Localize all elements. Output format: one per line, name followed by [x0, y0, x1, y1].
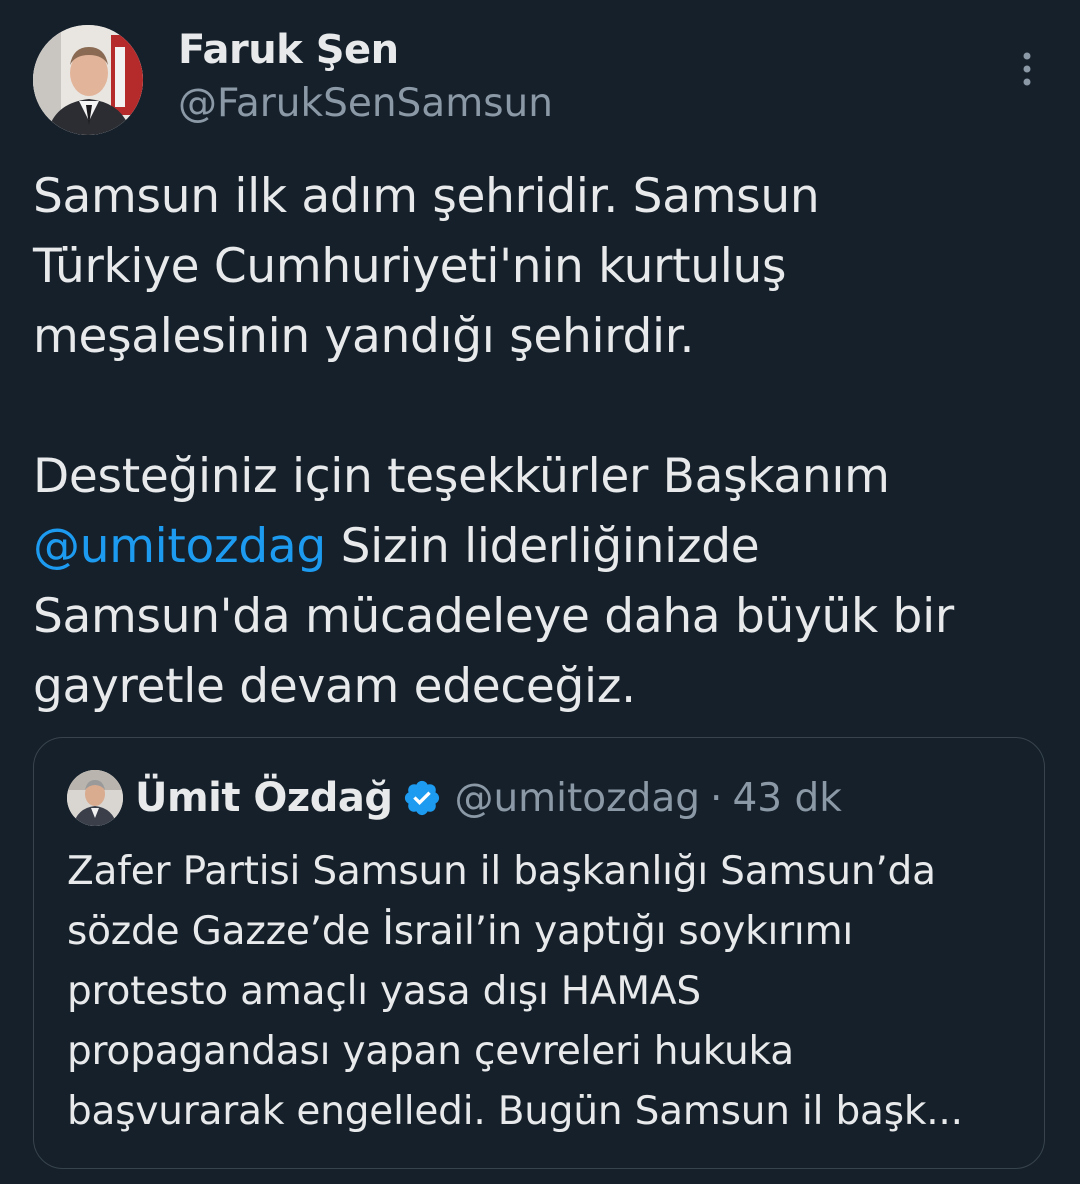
tweet-text-line: @umitozdag Sizin liderliğinizde [33, 512, 1043, 582]
more-vertical-icon [1023, 52, 1031, 86]
quoted-timestamp[interactable]: 43 dk [732, 776, 841, 821]
quoted-author-handle[interactable]: @umitozdag [454, 776, 700, 821]
quoted-text-line: protesto amaçlı yasa dışı HAMAS [67, 969, 701, 1014]
quoted-tweet[interactable]: Ümit Özdağ @umitozdag · 43 dk Zafer Part… [33, 737, 1045, 1169]
tweet-text-line: Türkiye Cumhuriyeti'nin kurtuluş [33, 239, 787, 294]
separator-dot: · [710, 775, 723, 821]
quoted-text-line: sözde Gazze’de İsrail’in yaptığı soykırı… [67, 909, 853, 954]
more-options-button[interactable] [1012, 48, 1042, 90]
quoted-text-line: başvurarak engelledi. Bugün Samsun il ba… [67, 1089, 963, 1134]
tweet-text-line: gayretle devam edeceğiz. [33, 659, 636, 714]
mention-link[interactable]: @umitozdag [33, 519, 326, 574]
quoted-text-line: propagandası yapan çevreleri hukuka [67, 1029, 794, 1074]
author-info: Faruk Şen @FarukSenSamsun [178, 26, 553, 128]
tweet: Faruk Şen @FarukSenSamsun Samsun ilk adı… [0, 0, 1080, 1184]
tweet-text-line: Desteğiniz için teşekkürler Başkanım [33, 449, 890, 504]
tweet-text: Samsun ilk adım şehridir. Samsun Türkiye… [33, 162, 1043, 722]
author-avatar[interactable] [33, 25, 143, 135]
quoted-author-name[interactable]: Ümit Özdağ [135, 775, 393, 821]
author-handle[interactable]: @FarukSenSamsun [178, 80, 553, 128]
author-name[interactable]: Faruk Şen [178, 26, 553, 74]
verified-badge-icon [405, 780, 440, 816]
tweet-text-line: Samsun'da mücadeleye daha büyük bir [33, 589, 954, 644]
tweet-text-fragment: Sizin liderliğinizde [325, 519, 760, 574]
quoted-author-avatar[interactable] [67, 770, 123, 826]
quoted-tweet-text: Zafer Partisi Samsun il başkanlığı Samsu… [67, 842, 1017, 1142]
tweet-text-line: Samsun ilk adım şehridir. Samsun [33, 169, 820, 224]
quoted-text-line: Zafer Partisi Samsun il başkanlığı Samsu… [67, 849, 936, 894]
quoted-tweet-header: Ümit Özdağ @umitozdag · 43 dk [67, 768, 842, 828]
tweet-text-line: meşalesinin yandığı şehirdir. [33, 309, 695, 364]
